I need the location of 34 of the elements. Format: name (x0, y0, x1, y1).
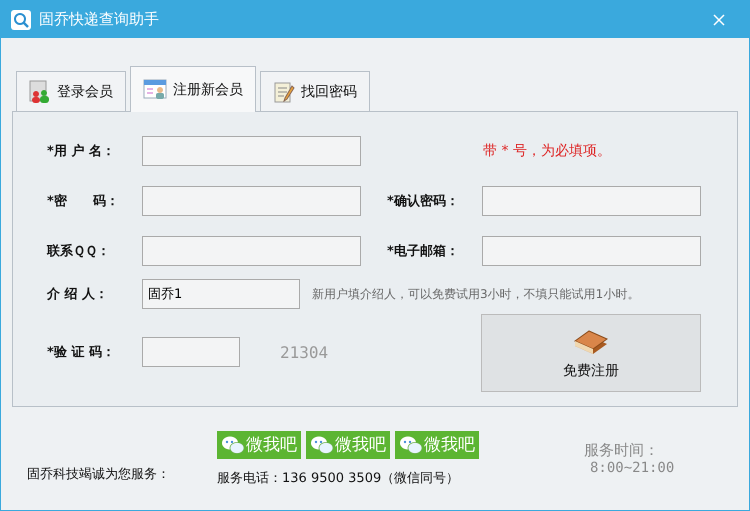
tab[interactable]: 注册新会员 (130, 66, 256, 112)
referrer-hint: 新用户填介绍人，可以免费试用3小时，不填只能试用1小时。 (312, 286, 640, 302)
service-hours-label: 服务时间： (584, 441, 660, 460)
field-label: *验 证 码： (47, 344, 116, 361)
password-field[interactable] (142, 186, 361, 216)
qq-field[interactable] (142, 236, 361, 266)
email-field[interactable] (482, 236, 701, 266)
chat-bubbles-icon (221, 434, 245, 454)
tab[interactable]: 找回密码 (260, 71, 370, 111)
captcha-code: 21304 (280, 342, 328, 362)
tab[interactable]: 登录会员 (16, 71, 126, 111)
service-phone: 服务电话：136 9500 3509（微信同号） (217, 470, 460, 486)
window-title: 固乔快递查询助手 (39, 10, 160, 29)
id-card-icon (143, 78, 167, 100)
required-note: 带 * 号，为必填项。 (483, 142, 611, 160)
field-label: 介 绍 人： (47, 286, 110, 303)
chat-bubbles-icon (310, 434, 334, 454)
chat-bubbles-icon (399, 434, 423, 454)
confirm-password-field[interactable] (482, 186, 701, 216)
field-label: *确认密码： (387, 192, 460, 210)
field-label: *密 码： (47, 192, 120, 210)
username-field[interactable] (142, 136, 361, 166)
service-hours: 8:00~21:00 (590, 460, 674, 476)
users-icon (29, 80, 51, 104)
field-label: 联系ＱＱ： (47, 242, 111, 260)
service-slogan: 固乔科技竭诚为您服务： (27, 466, 171, 482)
register-button[interactable]: 免费注册 (481, 314, 701, 392)
field-label: *电子邮箱： (387, 243, 460, 260)
close-icon[interactable] (713, 14, 725, 26)
magnifier-icon (11, 10, 31, 30)
field-label: *用 户 名： (47, 142, 116, 160)
notepad-icon (273, 80, 295, 104)
captcha-field[interactable] (142, 337, 240, 367)
referrer-field[interactable]: 固乔1 (142, 279, 300, 309)
